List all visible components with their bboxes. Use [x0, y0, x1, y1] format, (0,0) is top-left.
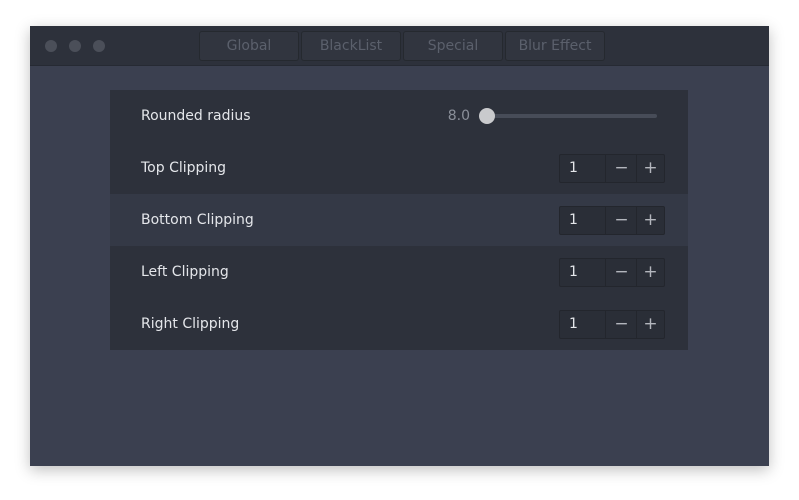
- tab-global[interactable]: Global: [199, 31, 299, 61]
- minimize-window-button[interactable]: [69, 40, 81, 52]
- bottom-clipping-decrement-button[interactable]: −: [607, 207, 637, 234]
- settings-panel: Rounded radius 8.0 Top Clipping 1 − + Bo…: [110, 90, 688, 350]
- close-window-button[interactable]: [45, 40, 57, 52]
- title-bar: Global BlackList Special Blur Effect: [30, 26, 769, 66]
- left-clipping-row: Left Clipping 1 − +: [110, 246, 688, 298]
- rounded-radius-row: Rounded radius 8.0: [110, 90, 688, 142]
- right-clipping-increment-button[interactable]: +: [636, 311, 665, 338]
- top-clipping-stepper: 1 − +: [559, 154, 665, 183]
- right-clipping-label: Right Clipping: [141, 316, 240, 332]
- bottom-clipping-stepper: 1 − +: [559, 206, 665, 235]
- left-clipping-stepper: 1 − +: [559, 258, 665, 287]
- rounded-radius-slider-track[interactable]: [482, 114, 657, 118]
- top-clipping-row: Top Clipping 1 − +: [110, 142, 688, 194]
- top-clipping-decrement-button[interactable]: −: [607, 155, 637, 182]
- bottom-clipping-row: Bottom Clipping 1 − +: [110, 194, 688, 246]
- left-clipping-decrement-button[interactable]: −: [607, 259, 637, 286]
- tab-blur-effect[interactable]: Blur Effect: [505, 31, 605, 61]
- top-clipping-input[interactable]: 1: [560, 155, 606, 182]
- top-clipping-increment-button[interactable]: +: [636, 155, 665, 182]
- app-window: Global BlackList Special Blur Effect Rou…: [30, 26, 769, 466]
- right-clipping-row: Right Clipping 1 − +: [110, 298, 688, 350]
- tab-bar: Global BlackList Special Blur Effect: [199, 31, 607, 61]
- top-clipping-label: Top Clipping: [141, 160, 227, 176]
- rounded-radius-label: Rounded radius: [141, 108, 251, 124]
- left-clipping-increment-button[interactable]: +: [636, 259, 665, 286]
- rounded-radius-value: 8.0: [447, 108, 470, 124]
- tab-blacklist[interactable]: BlackList: [301, 31, 401, 61]
- left-clipping-label: Left Clipping: [141, 264, 229, 280]
- bottom-clipping-input[interactable]: 1: [560, 207, 606, 234]
- zoom-window-button[interactable]: [93, 40, 105, 52]
- right-clipping-decrement-button[interactable]: −: [607, 311, 637, 338]
- right-clipping-input[interactable]: 1: [560, 311, 606, 338]
- rounded-radius-slider-thumb[interactable]: [479, 108, 495, 124]
- bottom-clipping-increment-button[interactable]: +: [636, 207, 665, 234]
- bottom-clipping-label: Bottom Clipping: [141, 212, 254, 228]
- left-clipping-input[interactable]: 1: [560, 259, 606, 286]
- tab-special[interactable]: Special: [403, 31, 503, 61]
- right-clipping-stepper: 1 − +: [559, 310, 665, 339]
